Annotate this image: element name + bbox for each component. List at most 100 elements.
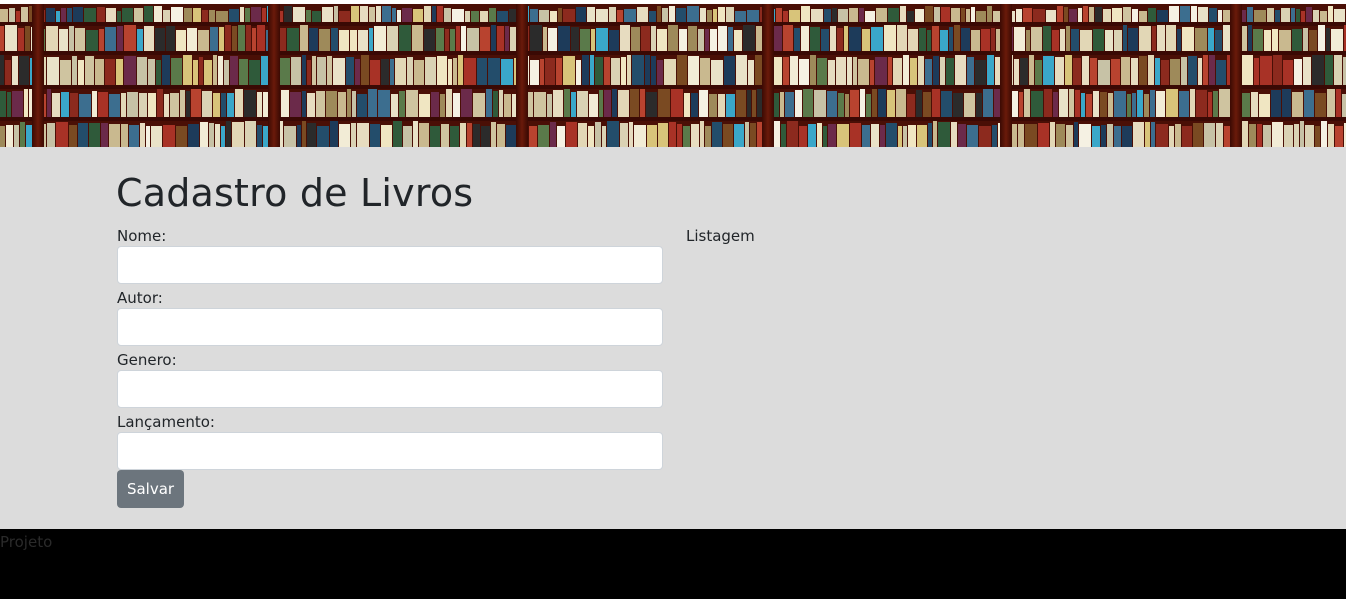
book-spine xyxy=(728,27,733,51)
book-spine xyxy=(810,55,816,85)
book-spine xyxy=(734,30,742,51)
book-spine xyxy=(154,6,162,22)
book-spine xyxy=(1137,90,1143,117)
book-spine xyxy=(961,28,970,51)
book-spine xyxy=(789,10,800,22)
book-spine xyxy=(1170,59,1180,85)
book-spine xyxy=(955,55,966,85)
book-spine xyxy=(1309,30,1317,51)
book-spine xyxy=(734,124,744,147)
book-spine xyxy=(221,93,226,117)
book-spine xyxy=(56,122,68,147)
book-spine xyxy=(129,125,139,147)
book-spine xyxy=(1251,92,1258,117)
shelf-post xyxy=(516,4,528,147)
nome-input[interactable] xyxy=(117,246,663,284)
book-spine xyxy=(7,92,11,117)
book-spine xyxy=(1055,57,1064,85)
book-spine xyxy=(919,28,926,51)
book-spine xyxy=(735,11,746,22)
book-spine xyxy=(139,93,147,117)
book-spine xyxy=(1195,28,1207,51)
book-spine xyxy=(1272,29,1278,51)
book-spine xyxy=(432,6,436,22)
book-spine xyxy=(1069,89,1074,117)
book-spine xyxy=(346,57,354,85)
book-spine xyxy=(302,91,306,117)
book-spine xyxy=(445,29,449,51)
book-spine xyxy=(1242,55,1253,85)
book-spine xyxy=(1177,29,1181,51)
book-spine xyxy=(801,26,809,51)
book-spine xyxy=(61,92,69,117)
book-spine xyxy=(1328,6,1333,22)
book-spine xyxy=(849,27,861,51)
book-spine xyxy=(1053,92,1058,117)
book-spine xyxy=(170,93,179,117)
book-spine xyxy=(1209,55,1215,85)
book-spine xyxy=(127,92,138,117)
book-spine xyxy=(232,26,237,51)
book-spine xyxy=(117,26,123,51)
book-spine xyxy=(916,90,922,117)
book-spine xyxy=(419,123,429,147)
book-spine xyxy=(700,58,710,85)
book-spine xyxy=(1179,91,1189,117)
book-spine xyxy=(1151,122,1155,147)
shelf-post xyxy=(268,4,280,147)
autor-input[interactable] xyxy=(117,308,663,346)
book-spine xyxy=(1103,9,1111,22)
book-spine xyxy=(46,26,58,51)
book-spine xyxy=(726,94,735,117)
book-spine xyxy=(140,123,145,147)
book-spine xyxy=(1018,124,1024,147)
genero-input[interactable] xyxy=(117,370,663,408)
book-spine xyxy=(1131,58,1138,85)
book-spine xyxy=(1281,8,1290,22)
book-spine xyxy=(1139,11,1147,22)
book-spine xyxy=(718,7,725,22)
book-spine xyxy=(370,60,380,85)
book-spine xyxy=(369,28,373,51)
book-spine xyxy=(1334,9,1345,22)
book-spine xyxy=(907,11,914,22)
book-spine xyxy=(698,29,704,51)
shelf-post xyxy=(1230,4,1242,147)
save-button[interactable]: Salvar xyxy=(117,470,184,508)
book-spine xyxy=(748,60,754,85)
book-spine xyxy=(556,58,562,85)
book-spine xyxy=(47,89,51,117)
book-spine xyxy=(1014,59,1019,85)
book-spine xyxy=(497,11,508,22)
book-spine xyxy=(79,94,91,117)
book-spine xyxy=(1254,10,1266,22)
book-spine xyxy=(837,124,849,147)
book-spine xyxy=(317,57,326,85)
book-spine xyxy=(1193,123,1203,147)
book-spine xyxy=(550,11,557,22)
book-spine xyxy=(1198,58,1202,85)
book-spine xyxy=(671,89,683,117)
book-spine xyxy=(1098,60,1110,85)
book-spine xyxy=(198,30,209,51)
main-content: Cadastro de Livros Nome: Autor: Genero: … xyxy=(0,147,1346,529)
lancamento-input[interactable] xyxy=(117,432,663,470)
book-spine xyxy=(204,60,212,85)
book-spine xyxy=(709,94,717,117)
book-spine xyxy=(1208,92,1212,117)
book-spine xyxy=(144,26,154,51)
book-spine xyxy=(504,94,511,117)
book-spine xyxy=(847,57,852,85)
book-spine xyxy=(309,28,318,51)
book-spine xyxy=(578,123,587,147)
book-spine xyxy=(954,25,960,51)
book-spine xyxy=(915,9,924,22)
book-spine xyxy=(878,89,886,117)
book-spine xyxy=(164,94,169,117)
book-spine xyxy=(808,124,816,147)
banner-top-edge xyxy=(0,0,1346,4)
book-spine xyxy=(339,30,349,51)
book-spine xyxy=(557,126,565,147)
book-spine xyxy=(24,89,28,117)
book-spine xyxy=(403,126,412,147)
